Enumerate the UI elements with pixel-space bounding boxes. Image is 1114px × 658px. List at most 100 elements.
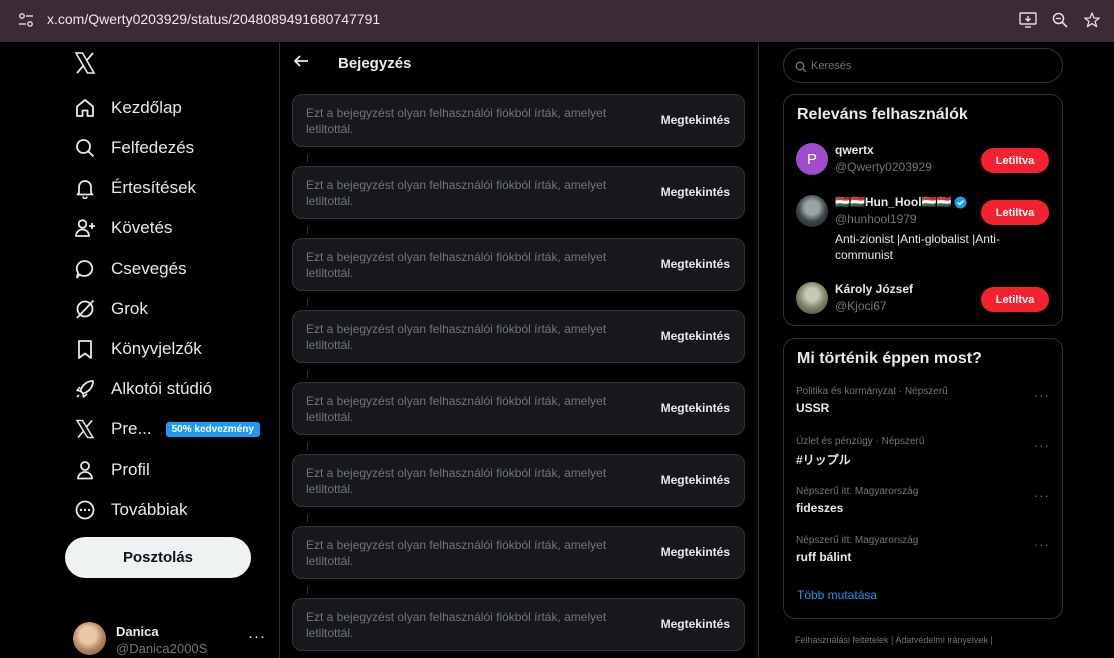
avatar <box>73 622 106 655</box>
blocked-button[interactable]: Letiltva <box>981 148 1049 173</box>
nav-label: Követés <box>111 218 173 237</box>
show-more-link[interactable]: Több mutatása <box>797 588 877 602</box>
trend-category: Népszerű itt: Magyarország <box>796 535 919 546</box>
blocked-post: Ezt a bejegyzést olyan felhasználói fiók… <box>292 166 745 219</box>
site-settings-icon[interactable] <box>16 10 36 30</box>
chat-icon <box>72 256 98 282</box>
person-icon <box>72 457 98 483</box>
more-dots-icon[interactable]: ··· <box>248 628 266 645</box>
zoom-icon[interactable] <box>1049 9 1071 31</box>
view-button[interactable]: Megtekintés <box>661 545 730 559</box>
bookmark-star-icon[interactable] <box>1081 9 1103 31</box>
user-row[interactable]: P qwertx @Qwerty0203929 Letiltva <box>796 143 1052 183</box>
trend-name: fideszes <box>796 501 844 515</box>
blocked-post-text: Ezt a bejegyzést olyan felhasználói fiók… <box>306 538 607 568</box>
nav-item-chat[interactable]: Csevegés <box>72 253 187 285</box>
account-name: Danica <box>116 624 159 639</box>
page-title: Bejegyzés <box>338 55 412 72</box>
view-button[interactable]: Megtekintés <box>661 257 730 271</box>
thread-connector <box>307 155 308 162</box>
url-text[interactable]: x.com/Qwerty0203929/status/2048089491680… <box>47 11 380 27</box>
account-switcher[interactable]: Danica @Danica2000S ··· <box>73 622 273 658</box>
more-circle-icon <box>72 497 98 523</box>
post-button[interactable]: Posztolás <box>65 537 251 578</box>
nav-item-creator-studio[interactable]: Alkotói stúdió <box>72 373 212 405</box>
trend-item[interactable]: Politika és kormányzat · Népszerű USSR ·… <box>796 386 1052 415</box>
view-button[interactable]: Megtekintés <box>661 329 730 343</box>
nav-label: Kezdőlap <box>111 98 182 117</box>
more-dots-icon[interactable]: ··· <box>1034 438 1050 453</box>
view-button[interactable]: Megtekintés <box>661 617 730 631</box>
nav-label: Könyvjelzők <box>111 339 202 358</box>
nav-item-grok[interactable]: Grok <box>72 293 148 325</box>
blocked-post-text: Ezt a bejegyzést olyan felhasználói fiók… <box>306 610 607 640</box>
account-handle: @Danica2000S <box>116 641 208 656</box>
user-name-text: 🇭🇺🇭🇺Hun_Hool🇭🇺🇭🇺 <box>835 195 952 209</box>
search-icon <box>795 60 808 73</box>
bookmark-icon <box>72 336 98 362</box>
trend-item[interactable]: Népszerű itt: Magyarország ruff bálint ·… <box>796 535 1052 564</box>
blocked-post: Ezt a bejegyzést olyan felhasználói fiók… <box>292 94 745 147</box>
nav-item-explore[interactable]: Felfedezés <box>72 132 194 164</box>
x-logo-icon[interactable] <box>73 51 99 77</box>
blocked-post-text: Ezt a bejegyzést olyan felhasználói fiók… <box>306 322 607 352</box>
nav-label: Felfedezés <box>111 138 195 157</box>
nav-item-notifications[interactable]: Értesítések <box>72 172 196 204</box>
trend-name: USSR <box>796 401 830 415</box>
nav-item-more[interactable]: Továbbiak <box>72 494 188 526</box>
nav-item-home[interactable]: Kezdőlap <box>72 92 182 124</box>
nav-item-premium[interactable]: Pre... 50% kedvezmény <box>72 413 260 445</box>
more-dots-icon[interactable]: ··· <box>1034 537 1050 552</box>
blocked-button[interactable]: Letiltva <box>981 287 1049 312</box>
blocked-button[interactable]: Letiltva <box>981 200 1049 225</box>
blocked-post: Ezt a bejegyzést olyan felhasználói fiók… <box>292 238 745 291</box>
left-navigation: Kezdőlap Felfedezés Értesítések Követés … <box>0 42 280 658</box>
search-input[interactable] <box>811 57 1051 75</box>
view-button[interactable]: Megtekintés <box>661 473 730 487</box>
nav-item-follow[interactable]: Követés <box>72 212 172 244</box>
user-handle: @hunhool1979 <box>835 212 917 226</box>
user-name-text: Károly József <box>835 282 914 296</box>
user-row[interactable]: Károly József @Kjoci67 Letiltva <box>796 282 1052 322</box>
user-handle: @Qwerty0203929 <box>835 160 932 174</box>
nav-label: Alkotói stúdió <box>111 379 213 398</box>
back-arrow-icon[interactable] <box>292 52 312 72</box>
nav-item-bookmarks[interactable]: Könyvjelzők <box>72 333 202 365</box>
blocked-post: Ezt a bejegyzést olyan felhasználói fiók… <box>292 526 745 579</box>
view-button[interactable]: Megtekintés <box>661 113 730 127</box>
rocket-icon <box>72 376 98 402</box>
user-name: Károly József <box>835 282 913 296</box>
trend-name: #リップル <box>796 453 851 467</box>
nav-label: Továbbiak <box>111 500 188 519</box>
thread-connector <box>307 371 308 378</box>
user-name: 🇭🇺🇭🇺Hun_Hool🇭🇺🇭🇺 <box>835 195 967 209</box>
trend-category: Politika és kormányzat · Népszerű <box>796 386 948 397</box>
search-box[interactable] <box>783 48 1063 83</box>
thread-connector <box>307 299 308 306</box>
blocked-post: Ezt a bejegyzést olyan felhasználói fiók… <box>292 454 745 507</box>
footer-links[interactable]: Felhasználási feltételek | Adatvédelmi i… <box>795 632 1095 648</box>
card-title: Mi történik éppen most? <box>797 350 982 367</box>
trend-item[interactable]: Népszerű itt: Magyarország fideszes ··· <box>796 486 1052 515</box>
more-dots-icon[interactable]: ··· <box>1034 488 1050 503</box>
blocked-post: Ezt a bejegyzést olyan felhasználói fiók… <box>292 382 745 435</box>
blocked-post-text: Ezt a bejegyzést olyan felhasználói fiók… <box>306 394 607 424</box>
view-button[interactable]: Megtekintés <box>661 401 730 415</box>
blocked-post-text: Ezt a bejegyzést olyan felhasználói fiók… <box>306 106 607 136</box>
install-app-icon[interactable] <box>1017 9 1039 31</box>
nav-label: Csevegés <box>111 259 187 278</box>
user-row[interactable]: 🇭🇺🇭🇺Hun_Hool🇭🇺🇭🇺 @hunhool1979 Anti-zioni… <box>796 195 1052 267</box>
bell-icon <box>72 175 98 201</box>
search-icon <box>72 135 98 161</box>
home-icon <box>72 95 98 121</box>
user-name: qwertx <box>835 143 874 157</box>
blocked-post: Ezt a bejegyzést olyan felhasználói fiók… <box>292 598 745 651</box>
nav-label: Grok <box>111 299 148 318</box>
more-dots-icon[interactable]: ··· <box>1034 388 1050 403</box>
card-title: Releváns felhasználók <box>797 106 968 123</box>
nav-item-profile[interactable]: Profil <box>72 454 150 486</box>
view-button[interactable]: Megtekintés <box>661 185 730 199</box>
discount-badge: 50% kedvezmény <box>165 421 260 437</box>
blocked-post-text: Ezt a bejegyzést olyan felhasználói fiók… <box>306 178 607 208</box>
trend-item[interactable]: Üzlet és pénzügy · Népszerű #リップル ··· <box>796 436 1052 468</box>
